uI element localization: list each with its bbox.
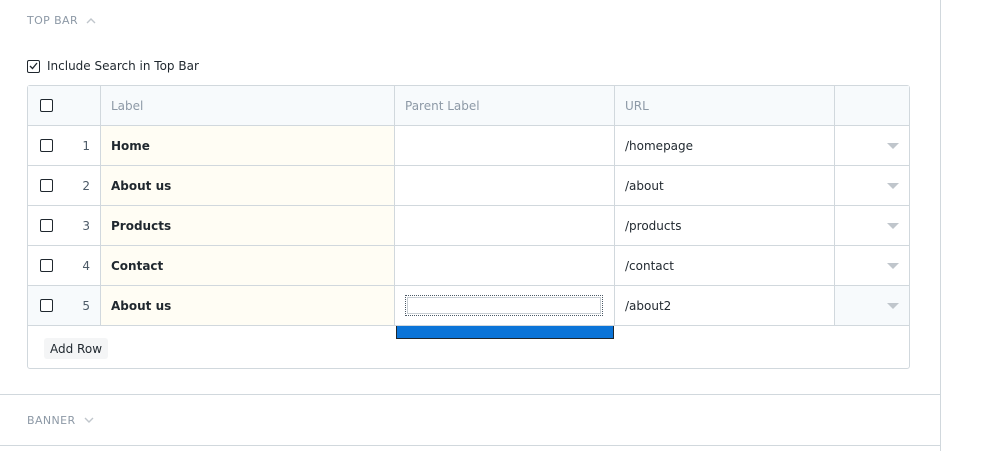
row-url-cell[interactable]: /about bbox=[615, 166, 835, 205]
row-index: 3 bbox=[82, 218, 90, 233]
caret-down-icon[interactable] bbox=[887, 302, 899, 309]
table-row[interactable]: 3 Products /products bbox=[28, 206, 909, 246]
row-label-cell[interactable]: Products bbox=[101, 206, 395, 245]
row-label-cell[interactable]: Contact bbox=[101, 246, 395, 285]
row-index: 1 bbox=[82, 138, 90, 153]
row-actions-cell[interactable] bbox=[835, 126, 909, 165]
chevron-up-icon bbox=[86, 18, 96, 24]
row-actions-cell[interactable] bbox=[835, 286, 909, 325]
table-row[interactable]: 1 Home /homepage bbox=[28, 126, 909, 166]
section-header-top-bar[interactable]: TOP BAR bbox=[27, 14, 96, 27]
add-row-button[interactable]: Add Row bbox=[44, 338, 109, 359]
select-all-checkbox[interactable] bbox=[40, 99, 53, 112]
row-checkbox[interactable] bbox=[39, 259, 53, 272]
row-checkbox[interactable] bbox=[39, 299, 53, 312]
checkmark-icon bbox=[29, 62, 38, 70]
column-header-label[interactable]: Label bbox=[101, 86, 395, 125]
row-parent-label-cell[interactable] bbox=[395, 206, 615, 245]
row-actions-cell[interactable] bbox=[835, 206, 909, 245]
caret-down-icon[interactable] bbox=[887, 262, 899, 269]
section-title-banner: BANNER bbox=[27, 414, 76, 427]
chevron-down-icon bbox=[84, 417, 94, 423]
caret-down-icon[interactable] bbox=[887, 182, 899, 189]
settings-panel: TOP BAR Include Search in Top Bar Label … bbox=[0, 0, 941, 451]
table-row[interactable]: 4 Contact /contact bbox=[28, 246, 909, 286]
row-checkbox[interactable] bbox=[39, 179, 53, 192]
column-header-actions bbox=[835, 86, 909, 125]
row-actions-cell[interactable] bbox=[835, 246, 909, 285]
row-parent-label-cell[interactable] bbox=[395, 166, 615, 205]
table-row[interactable]: 2 About us /about bbox=[28, 166, 909, 206]
parent-label-dropdown[interactable] bbox=[396, 326, 614, 339]
row-index: 2 bbox=[82, 178, 90, 193]
row-label-cell[interactable]: About us bbox=[101, 286, 395, 325]
row-url-cell[interactable]: /products bbox=[615, 206, 835, 245]
caret-down-icon[interactable] bbox=[887, 222, 899, 229]
caret-down-icon[interactable] bbox=[887, 142, 899, 149]
row-checkbox[interactable] bbox=[39, 139, 53, 152]
grid-header-row: Label Parent Label URL bbox=[28, 86, 909, 126]
section-title-top-bar: TOP BAR bbox=[27, 14, 79, 27]
include-search-label: Include Search in Top Bar bbox=[47, 59, 199, 73]
parent-label-input[interactable] bbox=[405, 295, 603, 316]
row-url-cell[interactable]: /about2 bbox=[615, 286, 835, 325]
row-url-cell[interactable]: /contact bbox=[615, 246, 835, 285]
section-divider bbox=[0, 394, 941, 395]
row-parent-label-cell[interactable] bbox=[395, 246, 615, 285]
include-search-field[interactable]: Include Search in Top Bar bbox=[27, 59, 199, 73]
row-parent-label-cell[interactable] bbox=[395, 286, 615, 325]
row-index: 4 bbox=[82, 258, 90, 273]
column-header-url[interactable]: URL bbox=[615, 86, 835, 125]
header-select-cell bbox=[28, 86, 101, 125]
row-actions-cell[interactable] bbox=[835, 166, 909, 205]
row-label-cell[interactable]: About us bbox=[101, 166, 395, 205]
row-parent-label-cell[interactable] bbox=[395, 126, 615, 165]
row-url-cell[interactable]: /homepage bbox=[615, 126, 835, 165]
table-row-editing[interactable]: 5 About us /about2 bbox=[28, 286, 909, 326]
row-label-cell[interactable]: Home bbox=[101, 126, 395, 165]
section-divider bbox=[0, 445, 941, 446]
include-search-checkbox[interactable] bbox=[27, 59, 40, 73]
row-index: 5 bbox=[82, 298, 90, 313]
row-checkbox[interactable] bbox=[39, 219, 53, 232]
column-header-parent-label[interactable]: Parent Label bbox=[395, 86, 615, 125]
section-header-banner[interactable]: BANNER bbox=[27, 414, 94, 427]
menu-items-grid: Label Parent Label URL 1 Home /homepage … bbox=[27, 85, 910, 369]
